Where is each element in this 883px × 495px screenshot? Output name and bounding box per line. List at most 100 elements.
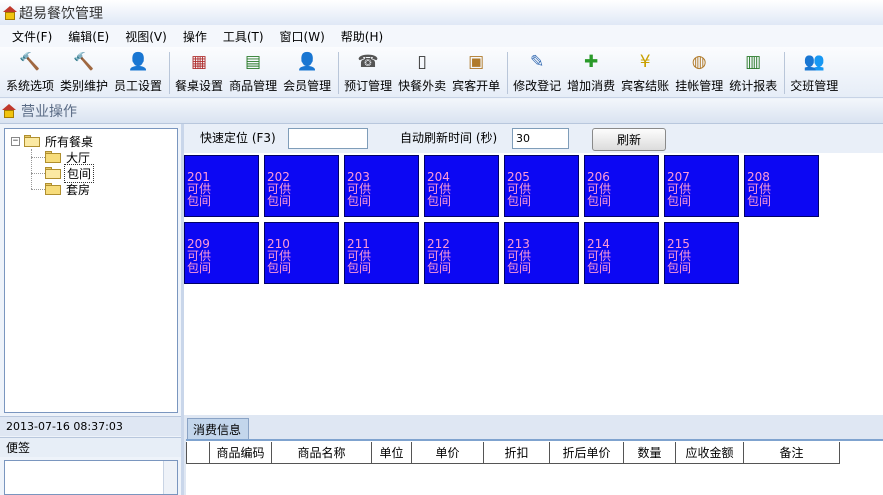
table-type: 包间 (187, 194, 212, 208)
table-tile-209[interactable]: 209 可供 包间 (184, 222, 259, 284)
table-tile-213[interactable]: 213 可供 包间 (504, 222, 579, 284)
auto-refresh-input[interactable] (512, 128, 569, 149)
member-management-button[interactable]: 👤 会员管理 (281, 47, 333, 97)
table-type: 包间 (587, 261, 612, 275)
person-icon: 👤 (127, 52, 149, 72)
table-tile-215[interactable]: 215 可供 包间 (664, 222, 739, 284)
edit-person-icon: ✎ (530, 52, 545, 72)
row-indicator-header (186, 442, 210, 464)
table-tile-201[interactable]: 201 可供 包间 (184, 155, 259, 217)
menu-operation[interactable]: 操作 (183, 28, 207, 45)
table-type: 包间 (587, 194, 612, 208)
table-tile-206[interactable]: 206 可供 包间 (584, 155, 659, 217)
tab-consumption-info[interactable]: 消费信息 (187, 418, 249, 439)
table-tile-207[interactable]: 207 可供 包间 (664, 155, 739, 217)
table-tile-205[interactable]: 205 可供 包间 (504, 155, 579, 217)
folder-open-icon (45, 167, 61, 179)
menu-file[interactable]: 文件(F) (12, 28, 52, 45)
section-title: 营业操作 (21, 104, 77, 120)
consumption-panel: 消费信息 商品编码 商品名称 单位 单价 折扣 折后单价 数量 应收金额 备注 (184, 415, 883, 495)
yen-icon: ¥ (639, 52, 651, 72)
menu-help[interactable]: 帮助(H) (341, 28, 383, 45)
table-type: 包间 (267, 194, 292, 208)
modify-registration-button[interactable]: ✎ 修改登记 (511, 47, 563, 97)
tree-connector (31, 189, 45, 190)
table-tile-210[interactable]: 210 可供 包间 (264, 222, 339, 284)
shift-handover-button[interactable]: 👥 交班管理 (788, 47, 840, 97)
reservation-management-button[interactable]: ☎ 预订管理 (342, 47, 394, 97)
table-tile-208[interactable]: 208 可供 包间 (744, 155, 819, 217)
tree-root-all-tables[interactable]: − 所有餐桌 (11, 133, 95, 149)
folder-open-icon (24, 135, 40, 147)
add-icon: ✚ (584, 52, 599, 72)
folder-icon (45, 183, 61, 195)
phone-icon: ☎ (357, 52, 379, 72)
consumption-grid: 商品编码 商品名称 单位 单价 折扣 折后单价 数量 应收金额 备注 (186, 439, 883, 495)
tree-root-label: 所有餐桌 (45, 134, 94, 149)
table-tile-202[interactable]: 202 可供 包间 (264, 155, 339, 217)
section-header: 营业操作 (0, 99, 883, 124)
guest-open-order-button[interactable]: ▣ 宾客开单 (450, 47, 502, 97)
credit-management-button[interactable]: ◍ 挂帐管理 (673, 47, 725, 97)
table-tile-204[interactable]: 204 可供 包间 (424, 155, 499, 217)
table-tile-212[interactable]: 212 可供 包间 (424, 222, 499, 284)
add-consumption-button[interactable]: ✚ 增加消费 (565, 47, 617, 97)
menu-tools[interactable]: 工具(T) (223, 28, 264, 45)
column-header-unit[interactable]: 单位 (372, 442, 412, 464)
mobile-icon: ▯ (417, 52, 427, 72)
hammer-icon: 🔨 (73, 52, 95, 72)
table-type: 包间 (427, 261, 452, 275)
fast-food-takeout-button[interactable]: ▯ 快餐外卖 (396, 47, 448, 97)
memo-textarea[interactable] (4, 460, 178, 495)
window-title: 超易餐饮管理 (19, 5, 103, 22)
staff-settings-button[interactable]: 👤 员工设置 (112, 47, 164, 97)
category-maintenance-button[interactable]: 🔨 类别维护 (58, 47, 110, 97)
title-bar: 超易餐饮管理 (0, 0, 883, 25)
toolbar-separator (338, 52, 340, 94)
column-header-unit-price[interactable]: 单价 (412, 442, 484, 464)
menu-view[interactable]: 视图(V) (125, 28, 167, 45)
table-type: 包间 (667, 194, 692, 208)
table-type: 包间 (427, 194, 452, 208)
table-tile-203[interactable]: 203 可供 包间 (344, 155, 419, 217)
menu-edit[interactable]: 编辑(E) (68, 28, 109, 45)
table-type: 包间 (187, 261, 212, 275)
table-settings-button[interactable]: ▦ 餐桌设置 (173, 47, 225, 97)
table-icon: ▦ (191, 52, 208, 72)
column-header-quantity[interactable]: 数量 (624, 442, 676, 464)
table-tile-214[interactable]: 214 可供 包间 (584, 222, 659, 284)
tree-connector (31, 149, 32, 189)
guest-checkout-button[interactable]: ¥ 宾客结账 (619, 47, 671, 97)
goods-icon: ▤ (245, 52, 262, 72)
toolbar-separator (169, 52, 171, 94)
tree-item-private-room[interactable]: 包间 (45, 163, 95, 183)
collapse-icon[interactable]: − (11, 136, 20, 146)
column-header-goods-name[interactable]: 商品名称 (272, 442, 372, 464)
goods-management-button[interactable]: ▤ 商品管理 (227, 47, 279, 97)
tree-item-suite[interactable]: 套房 (45, 181, 92, 197)
column-header-discounted-price[interactable]: 折后单价 (550, 442, 624, 464)
menu-window[interactable]: 窗口(W) (280, 28, 325, 45)
quick-locate-input[interactable] (288, 128, 368, 149)
business-operation-icon (2, 104, 16, 118)
column-header-discount[interactable]: 折扣 (484, 442, 550, 464)
member-icon: 👤 (296, 52, 318, 72)
table-type: 包间 (347, 261, 372, 275)
tree-connector (31, 157, 45, 158)
column-header-goods-code[interactable]: 商品编码 (210, 442, 272, 464)
refresh-button[interactable]: 刷新 (592, 128, 666, 151)
column-header-remarks[interactable]: 备注 (744, 442, 840, 464)
toolbar-separator (507, 52, 509, 94)
column-header-amount-due[interactable]: 应收金额 (676, 442, 744, 464)
system-options-button[interactable]: 🔨 系统选项 (4, 47, 56, 97)
statistics-report-button[interactable]: ▥ 统计报表 (727, 47, 779, 97)
table-type: 包间 (667, 261, 692, 275)
memo-header: 便签 (0, 437, 183, 457)
quick-locate-label: 快速定位 (F3) (200, 131, 276, 145)
auto-refresh-label: 自动刷新时间 (秒) (400, 131, 498, 145)
table-tile-211[interactable]: 211 可供 包间 (344, 222, 419, 284)
tables-grid: 201 可供 包间 202 可供 包间 203 可供 包间 204 可供 包间 … (184, 153, 883, 415)
memo-scrollbar[interactable] (163, 461, 177, 494)
hammer-icon: 🔨 (19, 52, 41, 72)
table-category-tree: − 所有餐桌 大厅 包间 套房 (4, 128, 178, 413)
